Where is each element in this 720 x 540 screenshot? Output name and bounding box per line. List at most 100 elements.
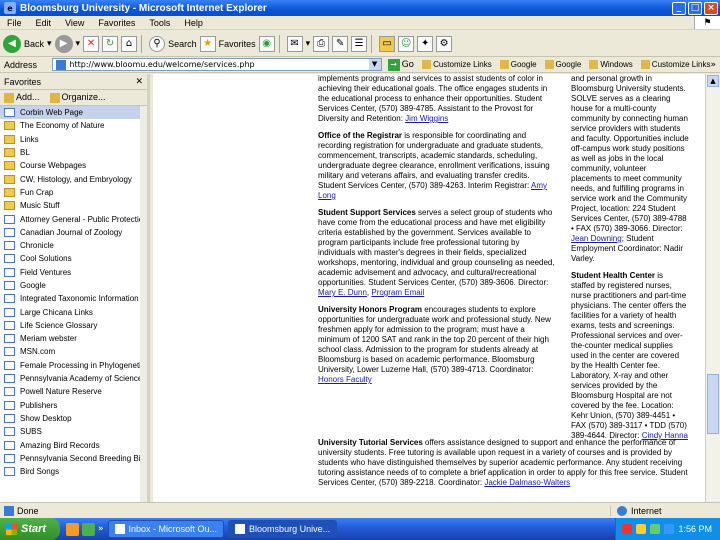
favorite-item[interactable]: Corbin Web Page: [0, 106, 147, 120]
favorite-item[interactable]: Field Ventures: [0, 266, 147, 279]
favorite-item[interactable]: Music Stuff: [0, 199, 147, 212]
link-jackie-walters[interactable]: Jackie Dalmaso-Walters: [484, 478, 570, 487]
forward-button[interactable]: ▶ ▾: [54, 33, 81, 55]
quicklaunch-overflow-icon[interactable]: »: [98, 524, 104, 534]
favorite-item[interactable]: Cool Solutions: [0, 252, 147, 265]
start-button[interactable]: Start: [0, 518, 60, 540]
page-icon: [4, 374, 15, 384]
favorite-item[interactable]: Links: [0, 133, 147, 146]
tray-messenger-icon[interactable]: [664, 524, 675, 534]
tray-network-icon[interactable]: [636, 524, 647, 534]
address-url[interactable]: http://www.bloomu.edu/welcome/services.p…: [69, 60, 368, 69]
favorite-item[interactable]: Chronicle: [0, 239, 147, 252]
scrollbar-thumb[interactable]: [707, 374, 719, 434]
favorite-label: Integrated Taxonomic Information: [20, 294, 139, 304]
tray-volume-icon[interactable]: [650, 524, 661, 534]
add-favorite-button[interactable]: Add...: [4, 92, 40, 103]
link-google-1[interactable]: Google: [499, 60, 537, 69]
link-program-email[interactable]: Program Email: [371, 288, 424, 297]
link-customize-2[interactable]: Customize Links: [640, 60, 710, 69]
page-icon: [4, 453, 15, 463]
links-overflow-icon[interactable]: »: [710, 60, 720, 70]
task-browser[interactable]: Bloomsburg Unive...: [228, 520, 338, 538]
favorite-item[interactable]: The Economy of Nature: [0, 119, 147, 132]
menu-file[interactable]: File: [0, 18, 29, 28]
address-dropdown-icon[interactable]: ▼: [368, 59, 381, 70]
favorite-item[interactable]: Integrated Taxonomic Information: [0, 292, 147, 305]
back-button[interactable]: ◀ Back ▾: [3, 33, 52, 55]
minimize-button[interactable]: _: [672, 1, 686, 15]
page-icon: [4, 267, 15, 277]
start-label: Start: [21, 523, 47, 535]
favorite-item[interactable]: Bird Songs: [0, 465, 147, 478]
folder-button[interactable]: ▭: [379, 33, 396, 55]
task-inbox[interactable]: Inbox - Microsoft Ou...: [107, 520, 225, 538]
back-dropdown-icon[interactable]: ▾: [47, 38, 52, 49]
favorite-item[interactable]: Amazing Bird Records: [0, 438, 147, 451]
ie-quicklaunch-icon[interactable]: [66, 522, 79, 536]
address-input[interactable]: http://www.bloomu.edu/welcome/services.p…: [52, 58, 382, 71]
favorites-scrollbar[interactable]: [140, 106, 147, 518]
menu-edit[interactable]: Edit: [29, 18, 59, 28]
print-button[interactable]: ⎙: [313, 33, 330, 55]
favorite-item[interactable]: Publishers: [0, 399, 147, 412]
mail-dropdown-icon[interactable]: ▾: [306, 38, 311, 49]
folder-icon: [4, 187, 15, 197]
link-jean-downing[interactable]: Jean Downing: [571, 234, 622, 243]
close-button[interactable]: ×: [704, 1, 718, 15]
heading-student-support: Student Support Services: [318, 208, 416, 217]
close-icon[interactable]: ✕: [135, 76, 143, 87]
stop-icon: ✕: [83, 35, 100, 52]
link-mary-dunn[interactable]: Mary E. Dunn: [318, 288, 367, 297]
link-customize[interactable]: Customize Links: [422, 60, 492, 69]
favorite-item[interactable]: Meriam webster: [0, 332, 147, 345]
menu-favorites[interactable]: Favorites: [91, 18, 142, 28]
discuss-button[interactable]: ☰: [351, 33, 368, 55]
refresh-button[interactable]: ↻: [102, 33, 119, 55]
maximize-button[interactable]: □: [688, 1, 702, 15]
favorite-item[interactable]: CW, Histology, and Embryology: [0, 172, 147, 185]
link-jim-wiggins[interactable]: Jim Wiggins: [405, 114, 448, 123]
scroll-up-icon[interactable]: ▲: [707, 75, 719, 87]
menu-help[interactable]: Help: [177, 18, 210, 28]
favorite-item[interactable]: Fun Crap: [0, 186, 147, 199]
desktop-quicklaunch-icon[interactable]: [82, 522, 95, 536]
organize-button[interactable]: Organize...: [49, 92, 106, 103]
page-scrollbar[interactable]: ▲ ▼: [705, 74, 720, 518]
go-button[interactable]: → Go: [387, 58, 414, 71]
favorite-item[interactable]: Show Desktop: [0, 412, 147, 425]
home-button[interactable]: ⌂: [121, 33, 138, 55]
edit-button[interactable]: ✎: [332, 33, 349, 55]
favorites-button[interactable]: ★ Favorites: [199, 33, 256, 55]
favorite-item[interactable]: Google: [0, 279, 147, 292]
favorite-item[interactable]: Attorney General - Public Protection: [0, 212, 147, 225]
favorite-item[interactable]: SUBS: [0, 425, 147, 438]
mail-button[interactable]: ✉ ▾: [286, 33, 311, 55]
tools-button[interactable]: ⚙: [436, 33, 453, 55]
tray-shield-icon[interactable]: [622, 524, 633, 534]
media-button[interactable]: ◉: [258, 33, 275, 55]
favorite-item[interactable]: Course Webpages: [0, 159, 147, 172]
search-button[interactable]: ⚲ Search: [149, 33, 197, 55]
messenger-button[interactable]: ☺: [398, 33, 415, 55]
forward-dropdown-icon[interactable]: ▾: [76, 38, 81, 49]
favorite-item[interactable]: BL: [0, 146, 147, 159]
link-google-2[interactable]: Google: [544, 60, 582, 69]
favorite-item[interactable]: Pennsylvania Academy of Science: [0, 372, 147, 385]
menu-tools[interactable]: Tools: [142, 18, 177, 28]
research-button[interactable]: ✦: [417, 33, 434, 55]
favorite-item[interactable]: Large Chicana Links: [0, 305, 147, 318]
menu-view[interactable]: View: [58, 18, 91, 28]
favorite-item[interactable]: MSN.com: [0, 345, 147, 358]
favorite-item[interactable]: Life Science Glossary: [0, 319, 147, 332]
page-left-margin: [153, 74, 313, 518]
favorite-item[interactable]: Canadian Journal of Zoology: [0, 226, 147, 239]
stop-button[interactable]: ✕: [83, 33, 100, 55]
link-honors-faculty[interactable]: Honors Faculty: [318, 375, 372, 384]
favorite-item[interactable]: Pennsylvania Second Breeding Bird: [0, 452, 147, 465]
link-windows[interactable]: Windows: [589, 60, 633, 69]
favorite-item[interactable]: Powell Nature Reserve: [0, 385, 147, 398]
link-label: Google: [555, 60, 582, 69]
page-icon: [4, 320, 15, 330]
favorite-item[interactable]: Female Processing in Phylogenetics: [0, 359, 147, 372]
